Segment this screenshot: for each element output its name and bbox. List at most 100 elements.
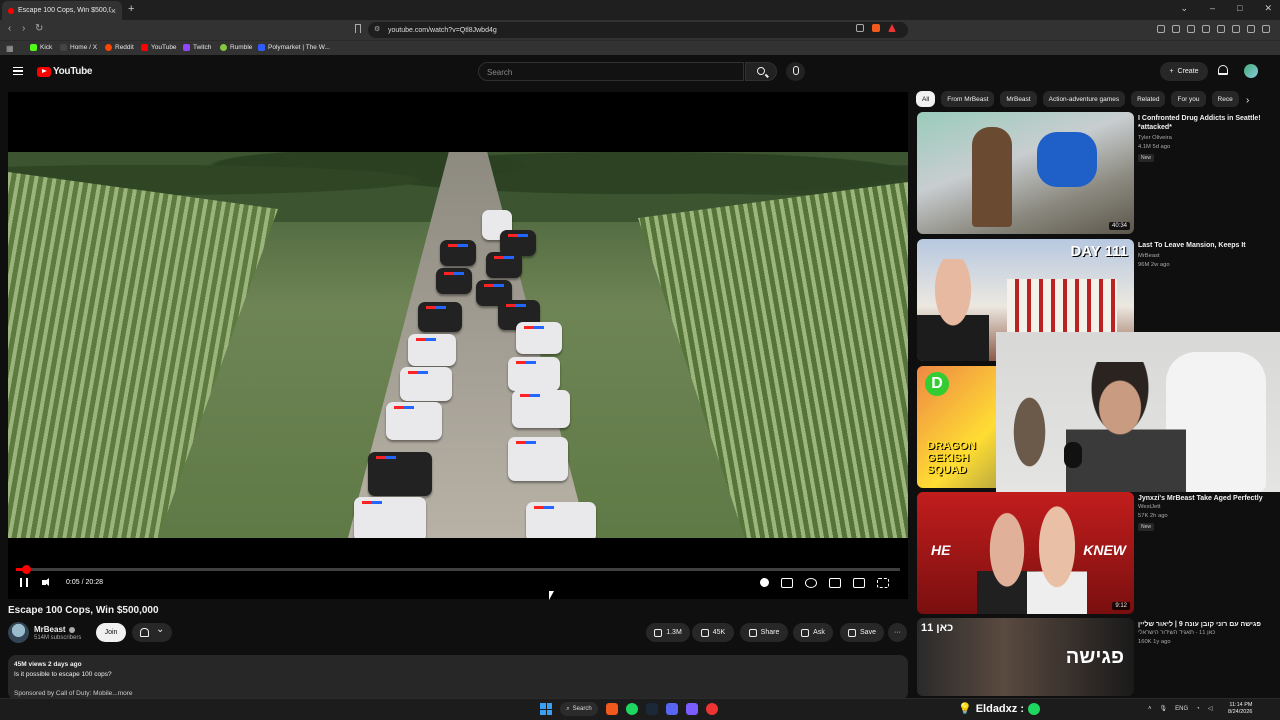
app-icon[interactable] <box>686 703 698 715</box>
forward-icon[interactable]: › <box>22 23 25 34</box>
language-indicator[interactable]: ENG <box>1175 706 1188 712</box>
brave-browser-icon[interactable] <box>606 703 618 715</box>
wifi-icon[interactable]: ◔ <box>1196 706 1200 712</box>
vpn-icon[interactable] <box>1232 25 1240 33</box>
miniplayer-icon[interactable] <box>829 578 841 588</box>
hamburger-menu-icon[interactable] <box>13 67 23 75</box>
back-icon[interactable]: ‹ <box>8 23 11 34</box>
video-thumbnail[interactable]: כאן 11 פגישה <box>917 618 1134 696</box>
microphone-icon[interactable]: 🎙 <box>1160 705 1168 712</box>
bookmark-x[interactable]: Home / X <box>60 44 97 51</box>
bookmark-rumble[interactable]: Rumble <box>220 44 252 51</box>
share-button[interactable]: Share <box>740 623 788 642</box>
notifications-bell-icon[interactable] <box>1218 65 1228 75</box>
youtube-logo[interactable]: YouTube <box>37 66 93 77</box>
save-button[interactable]: Save <box>840 623 884 642</box>
bookmark-youtube[interactable]: YouTube <box>141 44 177 51</box>
spotify-icon[interactable] <box>626 703 638 715</box>
close-window-icon[interactable]: ✕ <box>1264 3 1272 14</box>
recommended-title[interactable]: Jynxzi's MrBeast Take Aged Perfectly <box>1138 494 1273 503</box>
clock[interactable]: 11:14 PM 8/24/2026 <box>1228 702 1252 716</box>
autoplay-toggle-icon[interactable] <box>760 578 769 587</box>
chip-related[interactable]: Related <box>1131 91 1166 107</box>
taskbar-search[interactable]: ⌕ Search <box>560 702 598 716</box>
maximize-icon[interactable]: □ <box>1237 3 1242 14</box>
join-button[interactable]: Join <box>96 623 126 642</box>
captions-icon[interactable] <box>781 578 793 588</box>
voice-search-button[interactable] <box>786 62 805 81</box>
chip-action-adventure[interactable]: Action-adventure games <box>1042 91 1126 107</box>
create-button[interactable]: + Create <box>1160 62 1208 81</box>
menu-icon[interactable] <box>1262 25 1270 33</box>
recommended-channel[interactable]: Tyler Oliveira <box>1138 134 1273 143</box>
steam-icon[interactable] <box>646 703 658 715</box>
tray-chevron-icon[interactable]: ˄ <box>1148 706 1152 712</box>
bookmark-polymarket[interactable]: Polymarket | The W... <box>258 44 330 51</box>
minimize-icon[interactable]: – <box>1210 3 1215 14</box>
dislike-button[interactable]: 45K <box>692 623 734 642</box>
pause-icon[interactable] <box>20 578 28 587</box>
recommended-title[interactable]: פגישה עם רוני קובן עונה 9 | ליאור שליין <box>1138 620 1273 629</box>
channel-avatar[interactable] <box>8 622 29 643</box>
tab-search-icon[interactable]: ⌄ <box>1180 3 1188 14</box>
recommended-video[interactable]: כאן 11 פגישה פגישה עם רוני קובן עונה 9 |… <box>917 618 1277 696</box>
apps-grid-icon[interactable]: ▦ <box>6 44 14 53</box>
video-thumbnail[interactable]: HE KNEW 9:12 <box>917 492 1134 614</box>
account-avatar[interactable] <box>1244 64 1258 78</box>
recommended-title[interactable]: Last To Leave Mansion, Keeps It <box>1138 241 1273 250</box>
description-box[interactable]: 45M views 2 days ago Is it possible to e… <box>8 655 908 700</box>
search-input[interactable]: Search <box>478 62 744 81</box>
scrubber-handle[interactable] <box>22 565 31 574</box>
search-button[interactable] <box>745 62 777 81</box>
progress-bar[interactable] <box>16 565 900 574</box>
cast-icon[interactable] <box>856 24 864 32</box>
volume-icon[interactable] <box>42 578 52 587</box>
fullscreen-icon[interactable] <box>877 578 889 588</box>
extension-icon[interactable] <box>1187 25 1195 33</box>
channel-name[interactable]: MrBeast <box>34 625 75 634</box>
recommended-video[interactable]: 40:34 I Confronted Drug Addicts in Seatt… <box>917 112 1277 234</box>
chip-all[interactable]: All <box>916 91 936 107</box>
chip-for-you[interactable]: For you <box>1171 91 1206 107</box>
more-actions-button[interactable]: ··· <box>888 623 907 642</box>
extension-icon[interactable] <box>1157 25 1165 33</box>
extension-icon[interactable] <box>1172 25 1180 33</box>
ask-button[interactable]: Ask <box>793 623 833 642</box>
chip-from-mrbeast[interactable]: From MrBeast <box>941 91 995 107</box>
bookmark-icon[interactable] <box>355 24 361 33</box>
chip-mrbeast[interactable]: MrBeast <box>1000 91 1037 107</box>
rewards-icon[interactable] <box>888 24 896 32</box>
recommended-channel[interactable]: WestJett <box>1138 503 1273 512</box>
thumbnail-overlay-text: כאן 11 <box>921 622 954 634</box>
sidebar-icon[interactable] <box>1202 25 1210 33</box>
address-bar[interactable]: ⚙ youtube.com/watch?v=Qtl8Jwbd4g <box>368 22 908 38</box>
app-icon[interactable] <box>706 703 718 715</box>
new-tab-button[interactable]: + <box>128 3 134 15</box>
recommended-title[interactable]: I Confronted Drug Addicts in Seattle! *a… <box>1138 114 1273 132</box>
like-button[interactable]: 1.3M <box>646 623 690 642</box>
cast-icon[interactable] <box>853 578 865 588</box>
shield-icon[interactable] <box>1247 25 1255 33</box>
bookmark-kick[interactable]: Kick <box>30 44 52 51</box>
browser-tab[interactable]: Escape 100 Cops, Win $500,0 × <box>2 1 122 20</box>
recommended-channel[interactable]: MrBeast <box>1138 252 1273 261</box>
site-info-icon[interactable]: ⚙ <box>374 25 380 33</box>
video-thumbnail[interactable]: 40:34 <box>917 112 1134 234</box>
video-player[interactable]: 0:05 / 20:28 <box>8 92 908 599</box>
brave-shield-icon[interactable] <box>872 24 880 32</box>
police-car <box>508 437 568 481</box>
recommended-channel[interactable]: כאן 11 - תאגיד השידור הישראלי <box>1138 629 1273 638</box>
reload-icon[interactable]: ↻ <box>35 23 43 34</box>
speaker-icon[interactable]: ◁ <box>1208 705 1213 712</box>
subscribed-notification-button[interactable] <box>132 623 172 642</box>
chevron-right-icon[interactable]: › <box>1246 95 1249 106</box>
discord-icon[interactable] <box>666 703 678 715</box>
recommended-video[interactable]: HE KNEW 9:12 Jynxzi's MrBeast Take Aged … <box>917 492 1277 614</box>
settings-gear-icon[interactable] <box>805 578 817 588</box>
windows-start-icon[interactable] <box>540 703 552 715</box>
chip-recent[interactable]: Rece <box>1211 91 1239 107</box>
wallet-icon[interactable] <box>1217 25 1225 33</box>
close-tab-icon[interactable]: × <box>111 6 116 16</box>
bookmark-twitch[interactable]: Twitch <box>183 44 211 51</box>
bookmark-reddit[interactable]: Reddit <box>105 44 134 51</box>
